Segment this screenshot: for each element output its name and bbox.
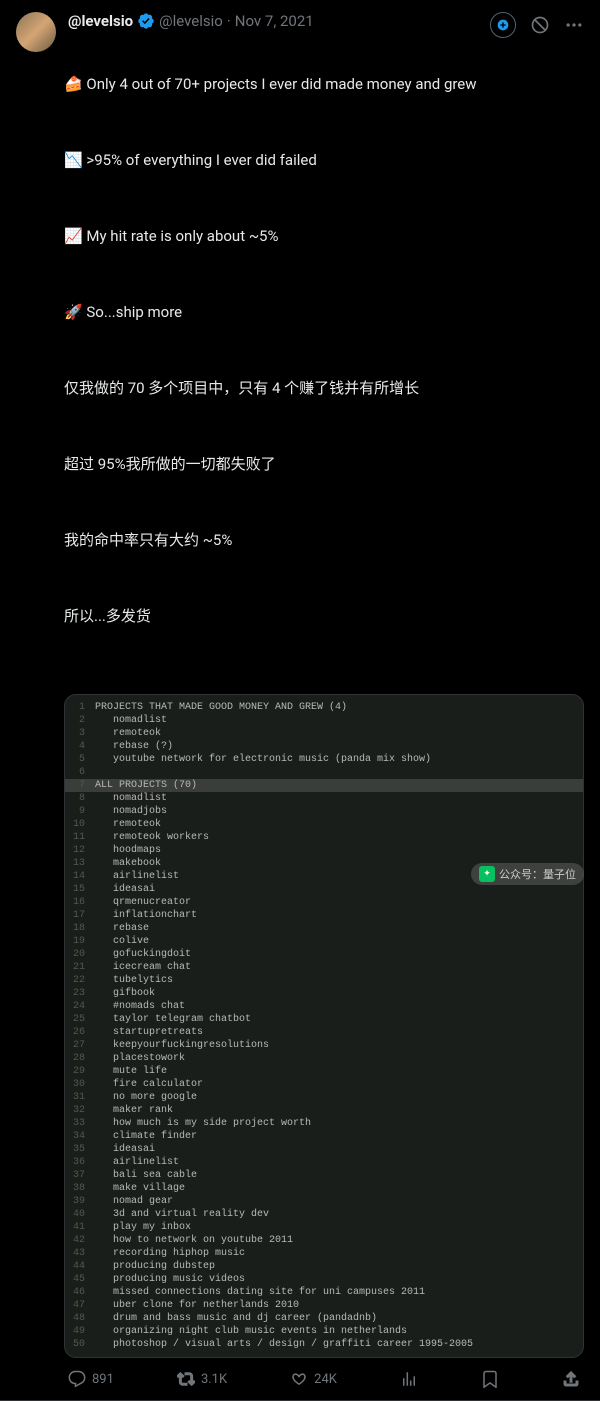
- code-line: 7ALL PROJECTS (70): [65, 779, 583, 792]
- subscribe-button[interactable]: [490, 12, 516, 38]
- code-block-image[interactable]: 1PROJECTS THAT MADE GOOD MONEY AND GREW …: [64, 694, 584, 1358]
- code-line: 31 no more google: [65, 1091, 583, 1104]
- code-line: 22 tubelytics: [65, 974, 583, 987]
- code-line: 36 airlinelist: [65, 1156, 583, 1169]
- verified-badge-icon: [137, 12, 155, 30]
- wechat-label: 公众号：量子位: [499, 866, 576, 882]
- code-line: 29 mute life: [65, 1065, 583, 1078]
- code-line: 8 nomadlist: [65, 792, 583, 805]
- code-line: 47 uber clone for netherlands 2010: [65, 1299, 583, 1312]
- code-line: 32 maker rank: [65, 1104, 583, 1117]
- code-line: 42 how to network on youtube 2011: [65, 1234, 583, 1247]
- code-line: 33 how much is my side project worth: [65, 1117, 583, 1130]
- code-line: 2 nomadlist: [65, 714, 583, 727]
- code-line: 50 photoshop / visual arts / design / gr…: [65, 1338, 583, 1351]
- tweet-line-4: 🚀 So...ship more: [64, 302, 584, 322]
- tweet-body: 🍰 Only 4 out of 70+ projects I ever did …: [64, 34, 584, 1388]
- code-line: 5 youtube network for electronic music (…: [65, 753, 583, 766]
- code-line: 46 missed connections dating site for un…: [65, 1286, 583, 1299]
- avatar[interactable]: [16, 12, 56, 52]
- code-line: 34 climate finder: [65, 1130, 583, 1143]
- code-line: 17 inflationchart: [65, 909, 583, 922]
- tweet-cn-4: 所以...多发货: [64, 606, 584, 626]
- tweet-line-3: 📈 My hit rate is only about ~5%: [64, 226, 584, 246]
- code-line: 49 organizing night club music events in…: [65, 1325, 583, 1338]
- timestamp[interactable]: Nov 7, 2021: [235, 12, 314, 30]
- tweet-cn-3: 我的命中率只有大约 ~5%: [64, 530, 584, 550]
- tweet-cn-2: 超过 95%我所做的一切都失败了: [64, 454, 584, 474]
- code-line: 37 bali sea cable: [65, 1169, 583, 1182]
- code-line: 25 taylor telegram chatbot: [65, 1013, 583, 1026]
- tweet-line-1: 🍰 Only 4 out of 70+ projects I ever did …: [64, 74, 584, 94]
- code-line: 30 fire calculator: [65, 1078, 583, 1091]
- code-line: 23 gifbook: [65, 987, 583, 1000]
- code-line: 20 gofuckingdoit: [65, 948, 583, 961]
- code-line: 41 play my inbox: [65, 1221, 583, 1234]
- code-line: 1PROJECTS THAT MADE GOOD MONEY AND GREW …: [65, 701, 583, 714]
- code-line: 44 producing dubstep: [65, 1260, 583, 1273]
- more-options-icon[interactable]: [564, 15, 584, 35]
- wechat-badge: ✦ 公众号：量子位: [471, 863, 584, 885]
- code-line: 35 ideasai: [65, 1143, 583, 1156]
- bookmark-button[interactable]: [481, 1370, 499, 1388]
- tweet-cn-1: 仅我做的 70 多个项目中，只有 4 个赚了钱并有所增长: [64, 378, 584, 398]
- code-line: 3 remoteok: [65, 727, 583, 740]
- code-line: 43 recording hiphop music: [65, 1247, 583, 1260]
- reply-count: 891: [92, 1372, 114, 1387]
- header-actions: [490, 12, 584, 38]
- code-line: 6: [65, 766, 583, 779]
- reply-button[interactable]: 891: [68, 1370, 114, 1388]
- code-line: 16 qrmenucreator: [65, 896, 583, 909]
- like-button[interactable]: 24K: [290, 1370, 337, 1388]
- code-line: 4 rebase (?): [65, 740, 583, 753]
- tweet-actions: 891 3.1K 24K: [64, 1370, 584, 1388]
- header-text: @levelsio @levelsio · Nov 7, 2021: [68, 12, 486, 30]
- code-line: 12 hoodmaps: [65, 844, 583, 857]
- code-line: 48 drum and bass music and dj career (pa…: [65, 1312, 583, 1325]
- like-count: 24K: [314, 1372, 337, 1387]
- tweet-text: 🍰 Only 4 out of 70+ projects I ever did …: [64, 34, 584, 682]
- username[interactable]: @levelsio: [159, 12, 223, 30]
- code-line: 9 nomadjobs: [65, 805, 583, 818]
- display-name[interactable]: @levelsio: [68, 12, 133, 30]
- code-line: 38 make village: [65, 1182, 583, 1195]
- wechat-icon: ✦: [479, 866, 495, 882]
- code-line: 18 rebase: [65, 922, 583, 935]
- code-line: 11 remoteok workers: [65, 831, 583, 844]
- code-line: 39 nomad gear: [65, 1195, 583, 1208]
- code-line: 28 placestowork: [65, 1052, 583, 1065]
- share-button[interactable]: [562, 1370, 580, 1388]
- code-line: 19 colive: [65, 935, 583, 948]
- code-line: 27 keepyourfuckingresolutions: [65, 1039, 583, 1052]
- separator-dot: ·: [227, 12, 231, 30]
- retweet-button[interactable]: 3.1K: [177, 1370, 227, 1388]
- code-line: 10 remoteok: [65, 818, 583, 831]
- retweet-count: 3.1K: [201, 1372, 227, 1387]
- code-line: 40 3d and virtual reality dev: [65, 1208, 583, 1221]
- code-line: 45 producing music videos: [65, 1273, 583, 1286]
- code-line: 26 startupretreats: [65, 1026, 583, 1039]
- code-line: 21 icecream chat: [65, 961, 583, 974]
- code-line: 24 #nomads chat: [65, 1000, 583, 1013]
- grok-icon[interactable]: [530, 15, 550, 35]
- tweet-container: @levelsio @levelsio · Nov 7, 2021 🍰 Only…: [0, 0, 600, 1401]
- view-button[interactable]: [400, 1370, 418, 1388]
- tweet-line-2: 📉 >95% of everything I ever did failed: [64, 150, 584, 170]
